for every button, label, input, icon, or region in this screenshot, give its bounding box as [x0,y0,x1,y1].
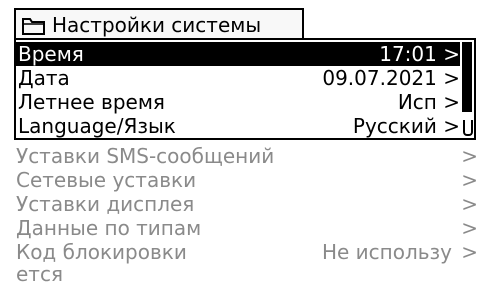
menu-item-date[interactable]: Дата 09.07.2021 > [16,66,460,90]
menu-item-value: Не использу [321,240,452,264]
menu-item-label: Данные по типам [16,216,202,240]
scroll-track-end [463,120,473,136]
chevron-right-icon: > [461,216,478,240]
menu-item-value-continuation: ется [16,262,63,282]
menu-item-label: Уставки SMS-сообщений [16,144,275,168]
settings-screen: Настройки системы Время 17:01 > Дата 09.… [0,0,488,282]
scroll-thumb[interactable] [462,42,472,112]
menu-item-label: Дата [18,66,70,90]
header-bar: Настройки системы [14,8,304,38]
menu-item-label: Сетевые уставки [16,168,197,192]
menu-item-value: 17:01 > [379,42,460,66]
menu-item-label: Время [18,42,84,66]
menu-item-label: Код блокировки [16,240,187,264]
menu-item-value: 09.07.2021 > [322,66,460,90]
menu-item-value: Исп > [397,90,460,114]
chevron-right-icon: > [461,192,478,216]
menu-item-label: Уставки дисплея [16,192,195,216]
menu-item-label: Language/Язык [18,114,176,138]
folder-icon [22,18,45,35]
chevron-right-icon: > [461,240,478,264]
menu-item-label: Летнее время [18,90,165,114]
menu-list: Время 17:01 > Дата 09.07.2021 > Летнее в… [14,38,476,140]
menu-item-dst[interactable]: Летнее время Исп > [16,90,460,114]
chevron-right-icon: > [461,144,478,168]
scrollbar[interactable] [460,40,474,138]
menu-item-value: Русский > [352,114,460,138]
page-title: Настройки системы [52,13,262,37]
menu-item-language[interactable]: Language/Язык Русский > [16,114,460,138]
menu-item-time[interactable]: Время 17:01 > [16,42,460,66]
chevron-right-icon: > [461,168,478,192]
